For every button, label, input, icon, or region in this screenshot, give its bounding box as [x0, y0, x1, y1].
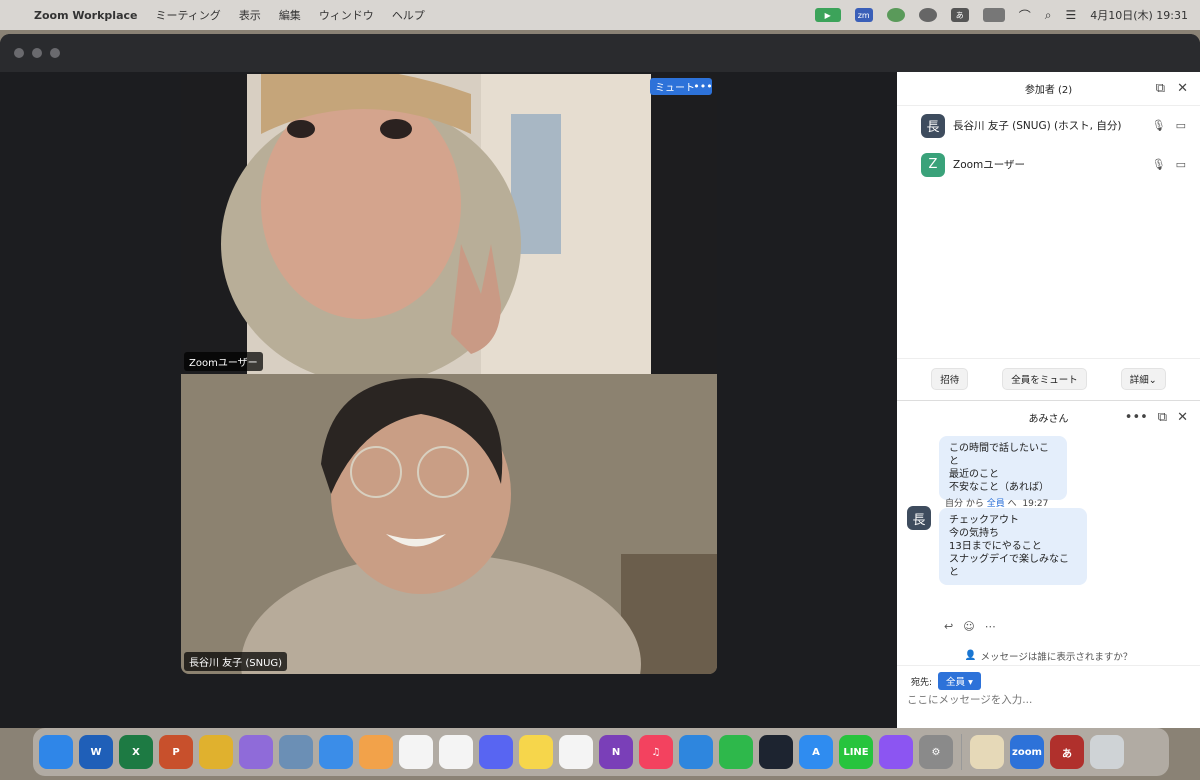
dock-separator [961, 734, 962, 770]
dock-photos-icon[interactable] [359, 735, 393, 769]
dock-excel-icon[interactable]: X [119, 735, 153, 769]
dock-freeform-icon[interactable] [559, 735, 593, 769]
dock: W X P N ♫ A LINE ⚙ zoom あ [33, 728, 1169, 776]
menu-meeting[interactable]: ミーティング [155, 7, 220, 23]
dock-notes-icon[interactable] [519, 735, 553, 769]
dock-zoom-icon[interactable]: zoom [1010, 735, 1044, 769]
dock-dictionary-icon[interactable]: あ [1050, 735, 1084, 769]
close-window-button[interactable] [14, 48, 24, 58]
participants-title: 参加者 (2) [1024, 85, 1073, 96]
date-time[interactable]: 4月10日(木) 19:31 [1090, 7, 1188, 23]
avatar: 長 [921, 113, 945, 138]
app-menu[interactable]: Zoom Workplace [34, 9, 137, 22]
zoom-window-button[interactable] [50, 48, 60, 58]
dock-launchpad-icon[interactable] [239, 735, 273, 769]
line-status-icon[interactable] [886, 8, 905, 22]
video-tile-self[interactable]: 長谷川 友子 (SNUG) [181, 374, 717, 674]
message-actions: ↩ ☺ ⋯ [944, 620, 996, 633]
chat-title: あみさん [1028, 414, 1069, 425]
dock-chrome-icon[interactable] [199, 735, 233, 769]
dock-numbers-icon[interactable] [719, 735, 753, 769]
title-bar [0, 34, 1200, 72]
search-icon[interactable]: ⌕ [1045, 8, 1052, 23]
menu-view[interactable]: 表示 [239, 7, 261, 23]
video-camera-icon[interactable]: ▭ [1176, 119, 1186, 132]
dock-line-icon[interactable]: LINE [839, 735, 873, 769]
more-icon[interactable]: ••• [1125, 410, 1148, 425]
more-options-button[interactable]: ••• [693, 78, 713, 95]
close-icon[interactable]: ✕ [1177, 410, 1188, 425]
dock-word-icon[interactable]: W [79, 735, 113, 769]
side-panel: 参加者 (2) ⧉ ✕ 長 長谷川 友子 (SNUG) (ホスト, 自分) 🎙 … [897, 72, 1200, 728]
sync-icon[interactable] [918, 8, 937, 22]
dock-perplexity-icon[interactable] [759, 735, 793, 769]
zoom-camera-status-icon[interactable]: ▶ [814, 8, 841, 22]
minimize-window-button[interactable] [32, 48, 42, 58]
dock-onenote-icon[interactable]: N [599, 735, 633, 769]
more-icon[interactable]: ⋯ [985, 620, 996, 633]
microphone-icon[interactable]: 🎙 [1152, 158, 1166, 171]
close-icon[interactable]: ✕ [1177, 81, 1188, 96]
dock-powerpoint-icon[interactable]: P [159, 735, 193, 769]
chat-message-previous[interactable]: この時間で話したいこと 最近のこと 不安なこと（あれば） [939, 436, 1067, 500]
dock-reminders-icon[interactable] [399, 735, 433, 769]
popout-icon[interactable]: ⧉ [1158, 410, 1167, 425]
participant-name: 長谷川 友子 (SNUG) (ホスト, 自分) [953, 120, 1122, 132]
chat-header: あみさん ••• ⧉ ✕ [897, 400, 1200, 434]
battery-icon[interactable] [982, 8, 1005, 22]
dock-settings-icon[interactable]: ⚙ [919, 735, 953, 769]
recipient-selector: 宛先: 全員 ▾ [911, 672, 981, 690]
to-label: 宛先: [911, 677, 933, 688]
zoom-menu-icon[interactable]: zm [854, 8, 873, 22]
menu-edit[interactable]: 編集 [279, 7, 301, 23]
popout-icon[interactable]: ⧉ [1156, 81, 1165, 96]
control-center-icon[interactable]: ☰ [1065, 8, 1076, 22]
dock-slack-icon[interactable] [439, 735, 473, 769]
dock-textedit-icon[interactable] [970, 735, 1004, 769]
mute-all-button[interactable]: 全員をミュート [1002, 367, 1087, 390]
dock-finder-icon[interactable] [39, 735, 73, 769]
dock-messenger-icon[interactable] [879, 735, 913, 769]
chat-message[interactable]: チェックアウト 今の気持ち 13日までにやること スナッグデイで楽しみなこと [939, 508, 1087, 585]
invite-button[interactable]: 招待 [931, 367, 969, 390]
avatar: Z [921, 152, 945, 177]
participant-row-host[interactable]: 長 長谷川 友子 (SNUG) (ホスト, 自分) 🎙 ▭ [897, 106, 1200, 145]
zoom-window: Zoomユーザー ミュート ••• 長谷川 友子 (SNUG) 参加者 (2) … [0, 34, 1200, 728]
menu-help[interactable]: ヘルプ [392, 7, 425, 23]
participant-actions: 招待 全員をミュート 詳細⌄ [897, 358, 1200, 398]
details-button[interactable]: 詳細⌄ [1120, 367, 1166, 390]
reply-icon[interactable]: ↩ [944, 620, 953, 633]
video-tile-zoom-user[interactable]: Zoomユーザー [181, 74, 717, 374]
wifi-icon[interactable]: ⌒ [1019, 7, 1031, 24]
dock-keynote-icon[interactable] [679, 735, 713, 769]
self-name-tag: 長谷川 友子 (SNUG) [184, 652, 288, 671]
dock-preview-icon[interactable] [279, 735, 313, 769]
add-reaction-icon[interactable]: ☺ [963, 620, 974, 633]
dock-trash-icon[interactable] [1090, 735, 1124, 769]
self-video-image [181, 374, 717, 674]
person-icon: 👤 [964, 650, 977, 661]
chat-message-input[interactable] [907, 694, 1187, 706]
participant-name: Zoomユーザー [953, 159, 1026, 171]
menu-window[interactable]: ウィンドウ [319, 7, 374, 23]
menu-bar: Zoom Workplace ミーティング 表示 編集 ウィンドウ ヘルプ ▶ … [0, 0, 1200, 30]
video-stage: Zoomユーザー ミュート ••• 長谷川 友子 (SNUG) [0, 72, 897, 728]
participant-name-tag: Zoomユーザー [184, 352, 263, 371]
ime-icon[interactable]: あ [950, 8, 969, 22]
participant-row-zoom-user[interactable]: Z Zoomユーザー 🎙 ▭ [897, 145, 1200, 184]
dock-appstore-icon[interactable]: A [799, 735, 833, 769]
dock-music-icon[interactable]: ♫ [639, 735, 673, 769]
visibility-info[interactable]: 👤 メッセージは誰に表示されますか？ [897, 646, 1200, 666]
dock-mail-icon[interactable] [319, 735, 353, 769]
recipient-dropdown[interactable]: 全員 ▾ [938, 672, 981, 690]
dock-discord-icon[interactable] [479, 735, 513, 769]
participants-header: 参加者 (2) ⧉ ✕ [897, 72, 1200, 106]
sender-avatar: 長 [907, 506, 931, 530]
video-camera-icon[interactable]: ▭ [1176, 158, 1186, 171]
participant-video-image [181, 74, 717, 374]
microphone-icon[interactable]: 🎙 [1152, 119, 1166, 132]
